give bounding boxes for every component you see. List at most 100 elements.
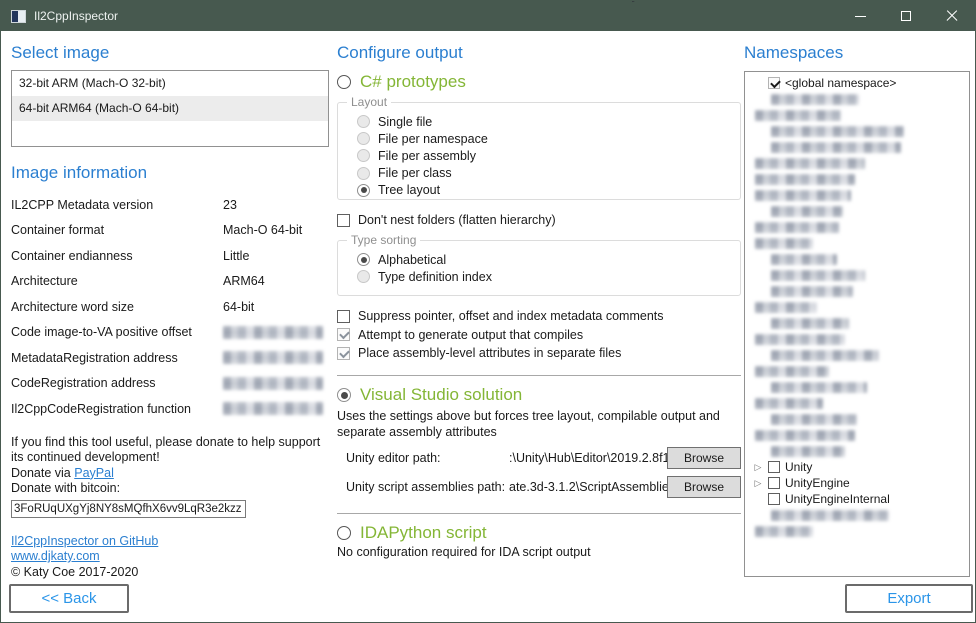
info-row: IL2CPP Metadata version23 <box>11 192 329 218</box>
github-link[interactable]: Il2CppInspector on GitHub <box>11 534 158 548</box>
minimize-button[interactable] <box>837 1 883 31</box>
layout-group-label: Layout <box>347 95 391 109</box>
info-value-redacted <box>223 377 323 390</box>
layout-option[interactable]: File per assembly <box>357 147 730 164</box>
radio-icon <box>337 75 351 89</box>
namespace-item-redacted[interactable] <box>753 315 969 331</box>
radio-icon <box>357 149 370 162</box>
info-row: ArchitectureARM64 <box>11 269 329 295</box>
info-value: Little <box>223 249 249 263</box>
namespace-item-redacted[interactable] <box>753 123 969 139</box>
redacted-text <box>771 446 845 457</box>
info-label: MetadataRegistration address <box>11 351 223 365</box>
namespace-item-redacted[interactable] <box>753 443 969 459</box>
option-checkbox[interactable]: Place assembly-level attributes in separ… <box>337 346 741 360</box>
idapython-radio[interactable]: IDAPython script <box>337 523 741 543</box>
namespace-item[interactable]: UnityEngineInternal <box>753 491 969 507</box>
image-list-item[interactable]: 64-bit ARM64 (Mach-O 64-bit) <box>12 96 328 121</box>
visual-studio-radio[interactable]: Visual Studio solution <box>337 385 741 405</box>
namespace-item-redacted[interactable] <box>753 139 969 155</box>
image-listbox[interactable]: 32-bit ARM (Mach-O 32-bit)64-bit ARM64 (… <box>11 70 329 147</box>
radio-icon <box>357 253 370 266</box>
separator <box>337 513 741 514</box>
image-list-item[interactable]: 32-bit ARM (Mach-O 32-bit) <box>12 71 328 96</box>
minimize-icon <box>855 16 866 17</box>
redacted-text <box>771 510 889 521</box>
browse-assemblies-button[interactable]: Browse <box>667 476 741 498</box>
checkbox-icon <box>337 214 350 227</box>
redacted-text <box>755 526 813 537</box>
donation-paypal-prefix: Donate via <box>11 466 74 480</box>
csharp-prototypes-radio[interactable]: C# prototypes <box>337 72 741 92</box>
checkbox-label: Place assembly-level attributes in separ… <box>358 346 621 360</box>
export-button[interactable]: Export <box>845 584 973 613</box>
back-button[interactable]: << Back <box>9 584 129 613</box>
radio-icon <box>357 167 370 180</box>
namespace-item-redacted[interactable] <box>753 427 969 443</box>
select-image-heading: Select image <box>11 43 329 63</box>
namespace-item-redacted[interactable] <box>753 331 969 347</box>
namespace-item-redacted[interactable] <box>753 171 969 187</box>
option-checkbox[interactable]: Suppress pointer, offset and index metad… <box>337 309 741 323</box>
namespace-item[interactable]: <global namespace> <box>753 75 969 91</box>
type-sorting-groupbox: Type sorting AlphabeticalType definition… <box>337 240 741 296</box>
namespace-item-redacted[interactable] <box>753 347 969 363</box>
info-row: Container formatMach-O 64-bit <box>11 218 329 244</box>
namespace-item-redacted[interactable] <box>753 251 969 267</box>
browse-editor-button[interactable]: Browse <box>667 447 741 469</box>
namespace-item-redacted[interactable] <box>753 379 969 395</box>
namespace-item-redacted[interactable] <box>753 267 969 283</box>
option-checkbox[interactable]: Attempt to generate output that compiles <box>337 328 741 342</box>
namespace-item[interactable]: ▷UnityEngine <box>753 475 969 491</box>
redacted-text <box>755 174 855 185</box>
type-sorting-option[interactable]: Type definition index <box>357 268 730 285</box>
redacted-text <box>771 126 904 137</box>
maximize-button[interactable] <box>883 1 929 31</box>
namespace-item-redacted[interactable] <box>753 107 969 123</box>
type-sorting-option[interactable]: Alphabetical <box>357 251 730 268</box>
option-label: Tree layout <box>378 183 440 197</box>
radio-icon <box>357 184 370 197</box>
redacted-text <box>771 94 859 105</box>
namespace-item-redacted[interactable] <box>753 507 969 523</box>
paypal-link[interactable]: PayPal <box>74 466 114 480</box>
namespaces-list[interactable]: <global namespace> ▷Unity▷UnityEngineUnit… <box>744 71 970 577</box>
namespace-item-redacted[interactable] <box>753 395 969 411</box>
flatten-checkbox[interactable]: Don't nest folders (flatten hierarchy) <box>337 213 741 227</box>
bitcoin-address-input[interactable] <box>11 500 246 518</box>
namespace-item-redacted[interactable] <box>753 203 969 219</box>
layout-option[interactable]: File per class <box>357 165 730 182</box>
panel-configure-output: Configure output C# prototypes Layout Si… <box>337 31 741 559</box>
donation-line1: If you find this tool useful, please don… <box>11 435 320 465</box>
checkbox-icon <box>768 493 780 505</box>
info-row: MetadataRegistration address <box>11 345 329 371</box>
redacted-text <box>771 286 853 297</box>
expander-icon[interactable]: ▷ <box>753 478 763 488</box>
redacted-text <box>771 382 867 393</box>
expander-icon[interactable]: ▷ <box>753 462 763 472</box>
info-label: Architecture word size <box>11 300 223 314</box>
namespace-item[interactable]: ▷Unity <box>753 459 969 475</box>
namespace-item-redacted[interactable] <box>753 283 969 299</box>
close-button[interactable] <box>929 1 975 31</box>
info-label: Code image-to-VA positive offset <box>11 325 223 339</box>
info-label: Container endianness <box>11 249 223 263</box>
namespace-item-redacted[interactable] <box>753 219 969 235</box>
namespace-item-redacted[interactable] <box>753 187 969 203</box>
namespace-item-redacted[interactable] <box>753 91 969 107</box>
website-link[interactable]: www.djkaty.com <box>11 549 100 563</box>
namespace-item-redacted[interactable] <box>753 363 969 379</box>
namespace-item-redacted[interactable] <box>753 235 969 251</box>
checkbox-icon <box>337 310 350 323</box>
redacted-text <box>755 430 855 441</box>
panel-namespaces: Namespaces <global namespace>▷Unity▷Unit… <box>744 31 970 622</box>
namespace-item-redacted[interactable] <box>753 411 969 427</box>
option-label: Alphabetical <box>378 253 446 267</box>
namespace-item-redacted[interactable] <box>753 155 969 171</box>
layout-option[interactable]: File per namespace <box>357 130 730 147</box>
layout-option[interactable]: Single file <box>357 113 730 130</box>
layout-option[interactable]: Tree layout <box>357 182 730 199</box>
redacted-text <box>771 350 879 361</box>
namespace-item-redacted[interactable] <box>753 299 969 315</box>
namespace-item-redacted[interactable] <box>753 523 969 539</box>
